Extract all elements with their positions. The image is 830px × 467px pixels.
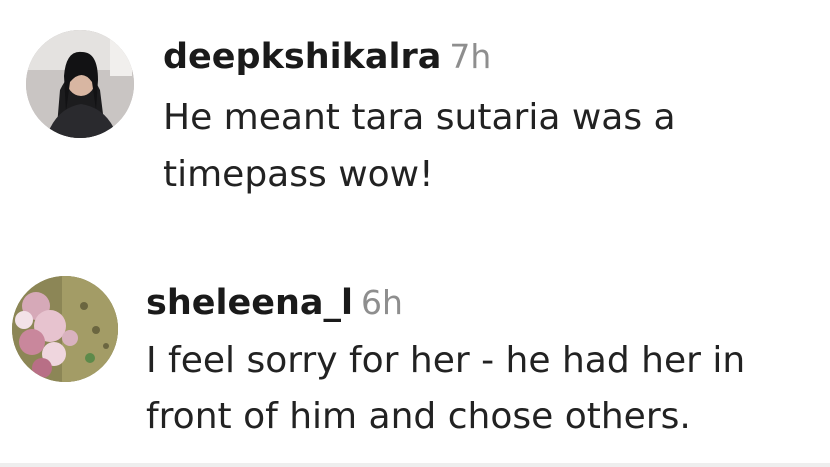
profile-photo-icon [12,276,118,382]
comment-text-line: He meant tara sutaria was a [163,97,676,138]
comment-header: deepkshikalra 7h [163,40,676,75]
comment-header: sheleena_l 6h [146,286,745,321]
comment-text-line: timepass wow! [163,154,434,195]
username-link[interactable]: deepkshikalra [163,37,441,77]
profile-photo-icon [26,30,134,138]
comment-text: I feel sorry for her - he had her in fro… [146,333,745,445]
avatar[interactable] [26,30,134,138]
comment-body: deepkshikalra 7h He meant tara sutaria wa… [163,40,676,203]
comment-body: sheleena_l 6h I feel sorry for her - he h… [146,286,745,445]
username-link[interactable]: sheleena_l [146,283,353,323]
comment-text-line: front of him and chose others. [146,396,691,437]
comment-text: He meant tara sutaria was a timepass wow… [163,89,676,203]
avatar[interactable] [12,276,118,382]
timestamp: 6h [361,283,403,322]
comment-text-line: I feel sorry for her - he had her in [146,340,746,381]
comments-panel: deepkshikalra 7h He meant tara sutaria wa… [0,0,830,467]
timestamp: 7h [449,37,492,76]
